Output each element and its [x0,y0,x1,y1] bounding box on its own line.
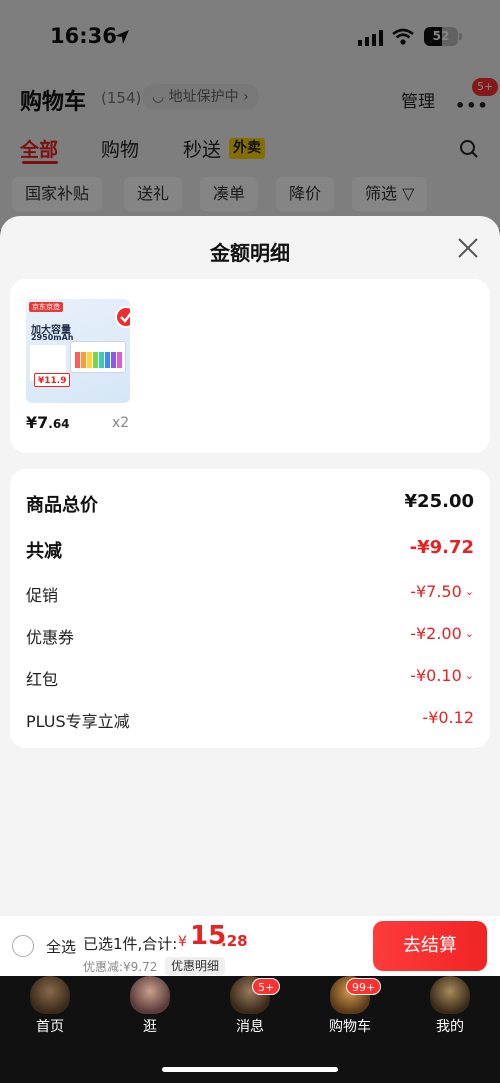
item-quantity: x2 [112,415,130,431]
select-all-checkbox[interactable] [12,935,34,957]
total-currency: ¥ [178,934,187,950]
price-integer: ¥7 [26,413,49,432]
mine-avatar-icon [430,976,470,1014]
sheet-title: 金额明细 [210,241,290,265]
selected-product-card: 京东京造 加大容量 2950mAh ¥11.9 ¥7.64 x2 [10,279,490,453]
chevron-down-icon: ⌄ [464,669,474,682]
nav-item-cart[interactable]: 99+ 购物车 [300,976,400,1040]
selection-summary: 已选1件,合计: [83,935,178,953]
row-label: 优惠券 [26,628,75,647]
checkout-button[interactable]: 去结算 [373,921,487,971]
browse-avatar-icon [130,976,170,1014]
breakdown-row-plus-discount: PLUS专享立减 -¥0.12 [26,708,474,734]
chevron-down-icon: ⌄ [464,627,474,640]
price-breakdown-card: 商品总价 ¥25.00 共减 -¥9.72 促销 -¥7.50 ⌄ 优惠券 -¥2… [10,469,490,748]
cart-badge: 99+ [346,978,382,995]
row-label: 促销 [26,586,59,605]
nav-label: 消息 [236,1019,264,1035]
nav-item-messages[interactable]: 5+ 消息 [200,976,300,1040]
row-value-wrap: -¥2.00 ⌄ [410,624,474,643]
row-value: -¥0.10 [410,666,462,685]
image-capacity: 2950mAh [31,333,74,342]
nav-item-mine[interactable]: 我的 [400,976,500,1040]
breakdown-row-coupon[interactable]: 优惠券 -¥2.00 ⌄ [26,624,474,650]
row-label: 红包 [26,670,59,689]
image-price-tag: ¥11.9 [34,373,71,387]
price-decimal: .64 [48,417,70,431]
row-label: 商品总价 [26,495,98,516]
battery-pack-illustration [70,341,126,373]
row-value-wrap: -¥0.10 ⌄ [410,666,474,685]
row-label: 共减 [26,541,62,562]
breakdown-row-red-packet[interactable]: 红包 -¥0.10 ⌄ [26,666,474,692]
total-decimal: .28 [221,932,248,950]
nav-item-home[interactable]: 首页 [0,976,100,1040]
nav-item-browse[interactable]: 逛 [100,976,200,1040]
nav-label: 逛 [143,1019,157,1035]
messages-badge: 5+ [252,978,281,995]
brand-tag: 京东京造 [29,302,63,312]
amount-detail-sheet: 金额明细 京东京造 加大容量 2950mAh ¥11.9 ¥7.64 x2 商品… [0,216,500,916]
nav-label: 我的 [436,1019,464,1035]
row-label: PLUS专享立减 [26,712,130,731]
row-value: ¥25.00 [404,491,474,512]
breakdown-row-promotion[interactable]: 促销 -¥7.50 ⌄ [26,582,474,608]
colored-batteries-icon [75,352,122,368]
row-value: -¥7.50 [410,582,462,601]
row-value: -¥9.72 [409,537,474,558]
select-all-label[interactable]: 全选 [46,936,76,957]
home-indicator[interactable] [162,1067,338,1072]
checkout-bar: 全选 已选1件,合计: ¥ 15 .28 优惠减:¥9.72 优惠明细 去结算 [0,916,500,976]
home-avatar-icon [30,976,70,1014]
row-value-wrap: -¥7.50 ⌄ [410,582,474,601]
chevron-down-icon: ⌄ [464,585,474,598]
breakdown-row-total-price: 商品总价 ¥25.00 [26,491,474,517]
nav-label: 购物车 [329,1019,371,1035]
product-thumbnail[interactable]: 京东京造 加大容量 2950mAh ¥11.9 [26,299,130,403]
item-unit-price: ¥7.64 [26,413,70,432]
row-value: -¥0.12 [422,708,474,727]
breakdown-row-total-discount: 共减 -¥9.72 [26,537,474,563]
nav-label: 首页 [36,1019,64,1035]
selected-check-icon[interactable] [115,306,130,328]
close-icon[interactable] [456,236,480,260]
discount-note: 优惠减:¥9.72 [83,960,158,974]
row-value: -¥2.00 [410,624,462,643]
discount-detail-button[interactable]: 优惠明细 [165,957,226,975]
